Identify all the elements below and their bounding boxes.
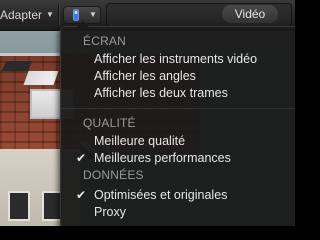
chevron-down-icon[interactable]: ▼ (46, 7, 54, 23)
menu-item-best-performance[interactable]: Meilleures performances (94, 151, 231, 165)
menu-pointer (77, 21, 89, 27)
section-title-donnees: DONNÉES (83, 168, 144, 182)
menu-item-optimized-original[interactable]: Optimisées et originales (94, 188, 227, 202)
checkmark-icon: ✔ (76, 188, 87, 202)
adapter-label: Adapter (0, 8, 43, 22)
chevron-down-icon: ▼ (89, 10, 97, 19)
toolbar-right-group: Vidéo (106, 3, 292, 27)
section-title-ecran: ÉCRAN (83, 34, 127, 48)
checkmark-icon: ✔ (76, 151, 87, 165)
video-label: Vidéo (234, 7, 266, 21)
menu-item-show-both-fields[interactable]: Afficher les deux trames (94, 86, 228, 100)
toolbar-divider (58, 5, 59, 25)
video-menu-button[interactable]: Vidéo (222, 5, 278, 23)
menu-item-show-angles[interactable]: Afficher les angles (94, 69, 196, 83)
section-title-qualite: QUALITÉ (83, 116, 136, 130)
view-options-menu: ÉCRAN Afficher les instruments vidéo Aff… (60, 21, 295, 226)
menu-divider (60, 108, 295, 109)
viewer-roofline (0, 53, 60, 56)
menu-item-best-quality[interactable]: Meilleure qualité (94, 134, 185, 148)
menu-item-show-video-scopes[interactable]: Afficher les instruments vidéo (94, 52, 257, 66)
app-window: Adapter ▼ ▼ Vidéo ÉCRAN Afficher les ins… (0, 0, 295, 226)
viewer-window-left (8, 191, 30, 221)
viewer-chimney-dark (1, 61, 33, 71)
menu-item-proxy[interactable]: Proxy (94, 205, 126, 219)
view-options-icon (73, 9, 79, 21)
viewer-chimney (23, 71, 59, 85)
